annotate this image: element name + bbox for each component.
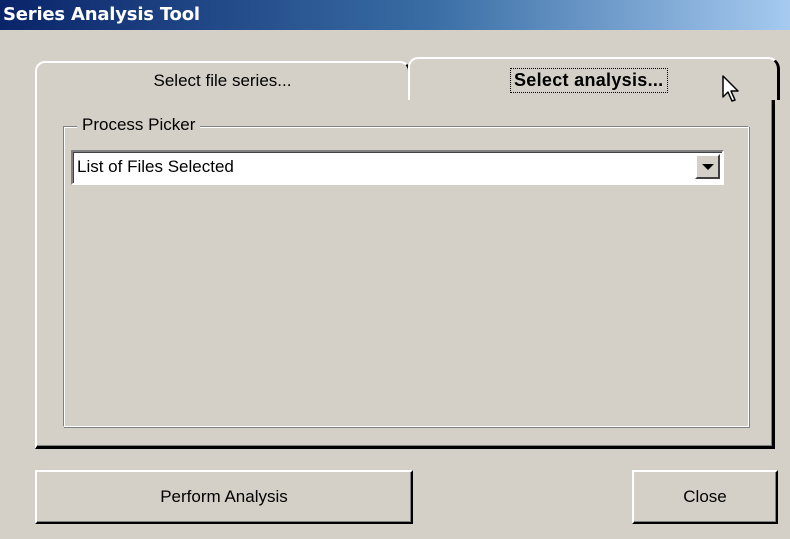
tab-select-analysis[interactable]: Select analysis... [408,57,780,102]
tab-label: Select file series... [153,71,292,90]
dropdown-arrow-button[interactable] [695,154,720,179]
perform-analysis-button[interactable]: Perform Analysis [35,470,413,524]
window-title: Series Analysis Tool [3,4,200,25]
process-picker-legend: Process Picker [77,115,201,135]
title-bar[interactable]: Series Analysis Tool [0,0,790,30]
close-button[interactable]: Close [632,470,778,524]
tab-label: Select analysis... [510,68,668,93]
mouse-pointer-icon [722,75,739,102]
process-picker-dropdown[interactable]: List of Files Selected [71,150,724,185]
chevron-down-icon [702,164,714,170]
dropdown-selected-value: List of Files Selected [77,157,234,176]
tab-select-file-series[interactable]: Select file series... [35,61,410,98]
